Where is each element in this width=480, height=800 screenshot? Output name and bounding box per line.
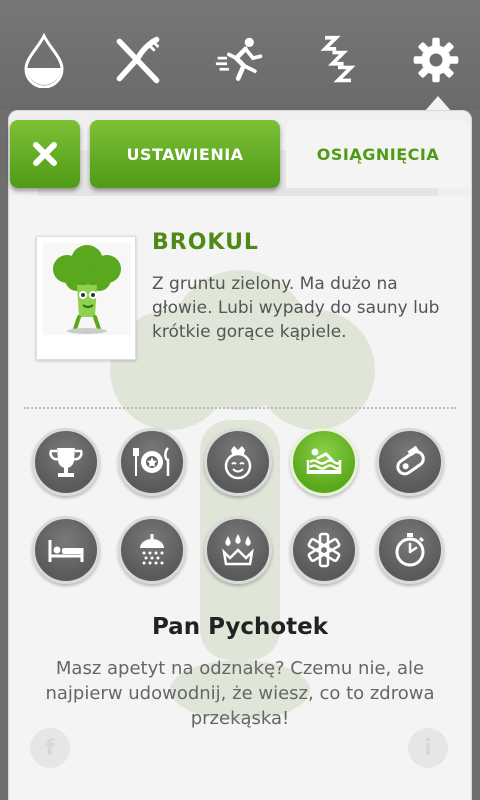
badge-stopwatch[interactable] <box>376 516 444 584</box>
bath-icon <box>306 448 342 474</box>
trophy-icon <box>49 448 83 477</box>
medical-star-icon <box>307 532 341 568</box>
badge-drops-crown[interactable] <box>204 516 272 584</box>
broccoli-photo <box>36 236 136 360</box>
info-icon[interactable]: i <box>408 728 448 768</box>
drops-crown-icon <box>222 534 254 566</box>
badge-plate-cutlery[interactable] <box>118 428 186 496</box>
crowned-face-icon <box>224 446 252 480</box>
shower-icon <box>140 534 164 565</box>
close-button[interactable] <box>10 120 80 188</box>
water-drop-icon[interactable] <box>14 28 74 92</box>
selected-badge-description: Masz apetyt na odznakę? Czemu nie, ale n… <box>45 658 435 729</box>
tab-achievements[interactable]: OSIĄGNIĘCIA <box>286 120 470 188</box>
sleep-icon[interactable] <box>308 28 368 92</box>
dotted-divider <box>24 407 456 409</box>
badge-medical-star[interactable] <box>290 516 358 584</box>
vegetable-description: Z gruntu zielony. Ma dużo na głowie. Lub… <box>152 274 440 342</box>
bed-icon <box>48 540 84 562</box>
facebook-icon[interactable]: f <box>30 728 70 768</box>
stopwatch-icon <box>395 533 425 567</box>
running-icon[interactable] <box>210 28 270 92</box>
badge-crowned-face[interactable] <box>204 428 272 496</box>
tab-achievements-label: OSIĄGNIĘCIA <box>316 144 440 164</box>
whistle-icon <box>396 445 425 476</box>
tab-settings-label: USTAWIENIA <box>126 144 244 164</box>
close-icon <box>33 142 57 166</box>
gear-icon[interactable] <box>406 28 466 92</box>
tab-settings[interactable]: USTAWIENIA <box>90 120 280 188</box>
badge-bed[interactable] <box>32 516 100 584</box>
vegetable-name: BROKUL <box>152 230 259 255</box>
fork-knife-icon[interactable] <box>108 28 168 92</box>
plate-cutlery-icon <box>133 447 170 476</box>
badge-shower[interactable] <box>118 516 186 584</box>
top-navigation-bar <box>0 0 480 112</box>
badge-bath[interactable] <box>290 428 358 496</box>
badge-whistle[interactable] <box>376 428 444 496</box>
selected-badge-title: Pan Pychotek <box>151 614 329 640</box>
badge-trophy[interactable] <box>32 428 100 496</box>
